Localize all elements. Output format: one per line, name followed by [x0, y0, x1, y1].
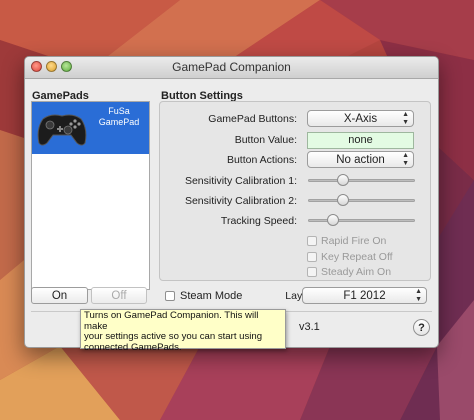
- slider-track: [308, 199, 415, 202]
- checkbox-box[interactable]: [165, 291, 175, 301]
- gamepad-list-item[interactable]: FuSa GamePad: [32, 102, 149, 154]
- slider-knob[interactable]: [327, 214, 339, 226]
- sensitivity-2-label: Sensitivity Calibration 2:: [184, 195, 297, 207]
- button-value-label: Button Value:: [234, 134, 297, 146]
- version-text: v3.1: [299, 321, 320, 333]
- layouts-popup[interactable]: F1 2012 ▲ ▼: [302, 287, 427, 304]
- on-button[interactable]: On: [31, 287, 88, 304]
- button-actions-value: No action: [336, 154, 385, 166]
- button-actions-label: Button Actions:: [226, 154, 297, 166]
- tooltip-line-1: Turns on GamePad Companion. This will ma…: [84, 310, 259, 332]
- window-title: GamePad Companion: [172, 60, 291, 74]
- gamepad-name-line-2: GamePad: [98, 117, 140, 127]
- steady-aim-label: Steady Aim On: [321, 266, 392, 278]
- slider-knob[interactable]: [337, 194, 349, 206]
- gamepad-name: FuSa GamePad: [90, 106, 148, 128]
- gamepad-name-line-1: FuSa: [108, 106, 130, 116]
- rapid-fire-checkbox[interactable]: Rapid Fire On: [307, 235, 386, 247]
- checkbox-box[interactable]: [307, 252, 317, 262]
- title-bar[interactable]: GamePad Companion: [25, 57, 438, 79]
- gamepads-list[interactable]: FuSa GamePad: [31, 101, 150, 290]
- gamepad-buttons-popup[interactable]: X-Axis ▲ ▼: [307, 110, 414, 127]
- on-button-tooltip: Turns on GamePad Companion. This will ma…: [80, 309, 286, 352]
- sensitivity-1-label: Sensitivity Calibration 1:: [184, 175, 297, 187]
- slider-knob[interactable]: [337, 174, 349, 186]
- steam-mode-checkbox[interactable]: Steam Mode: [165, 290, 242, 302]
- gamepad-buttons-value: X-Axis: [343, 113, 378, 125]
- button-actions-popup[interactable]: No action ▲ ▼: [307, 151, 414, 168]
- popup-arrows-icon: ▲ ▼: [415, 288, 422, 303]
- gamepad-buttons-label: GamePad Buttons:: [208, 113, 297, 125]
- popup-arrows-icon: ▲ ▼: [402, 111, 409, 126]
- rapid-fire-label: Rapid Fire On: [321, 235, 387, 247]
- tracking-speed-label: Tracking Speed:: [220, 215, 297, 227]
- sensitivity-1-slider[interactable]: [308, 173, 415, 187]
- sensitivity-2-slider[interactable]: [308, 193, 415, 207]
- gamepad-icon: [37, 114, 87, 146]
- off-button[interactable]: Off: [91, 287, 147, 304]
- slider-track: [308, 179, 415, 182]
- key-repeat-label: Key Repeat Off: [321, 251, 393, 263]
- button-value-field[interactable]: none: [307, 132, 414, 149]
- checkbox-box[interactable]: [307, 236, 317, 246]
- key-repeat-checkbox[interactable]: Key Repeat Off: [307, 251, 393, 263]
- tracking-speed-slider[interactable]: [308, 213, 415, 227]
- help-button[interactable]: ?: [413, 319, 430, 336]
- steam-mode-label: Steam Mode: [180, 290, 243, 302]
- popup-arrows-icon: ▲ ▼: [402, 152, 409, 167]
- gamepad-companion-window: GamePad Companion GamePads FuSa GamePad …: [24, 56, 439, 348]
- slider-track: [308, 219, 415, 222]
- checkbox-box[interactable]: [307, 267, 317, 277]
- tooltip-line-3: connected GamePads.: [84, 341, 182, 353]
- layouts-value: F1 2012: [343, 290, 386, 302]
- steady-aim-checkbox[interactable]: Steady Aim On: [307, 266, 391, 278]
